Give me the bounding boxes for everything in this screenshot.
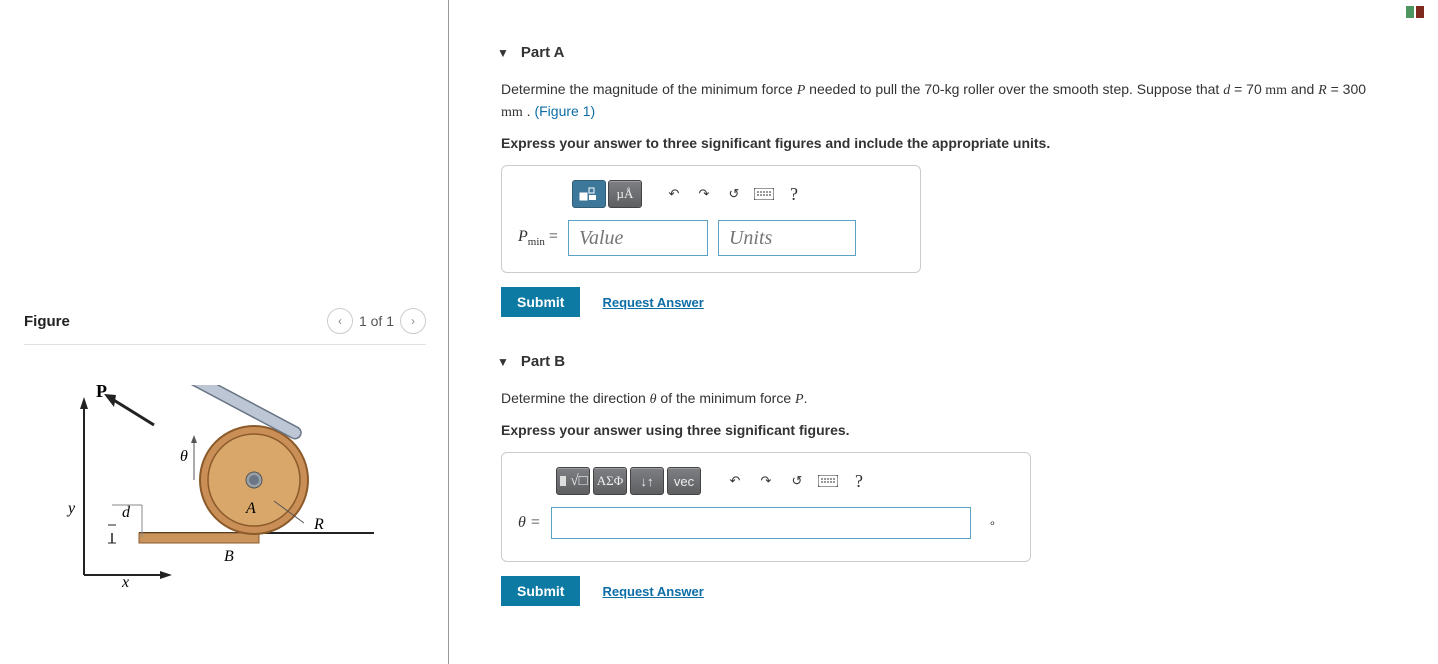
theta-input[interactable] bbox=[551, 507, 971, 539]
part-b-toolbar: √□ ΑΣΦ ↓↑ vec ↶ ↷ ↺ ? bbox=[556, 467, 1014, 495]
figure-pager: ‹ 1 of 1 › bbox=[327, 308, 426, 334]
figure-prev-button[interactable]: ‹ bbox=[327, 308, 353, 334]
keyboard-button[interactable] bbox=[750, 180, 778, 208]
svg-text:θ: θ bbox=[180, 448, 188, 465]
part-b-body: Determine the direction θ of the minimum… bbox=[497, 388, 1414, 606]
part-a-prompt: Determine the magnitude of the minimum f… bbox=[501, 79, 1381, 123]
help-button[interactable]: ? bbox=[780, 180, 808, 208]
svg-text:A: A bbox=[245, 500, 256, 517]
svg-text:d: d bbox=[122, 504, 131, 521]
figure-diagram: P θ y d A B R x bbox=[44, 385, 374, 605]
template-button[interactable] bbox=[572, 180, 606, 208]
part-b-variable-label: θ = bbox=[518, 514, 541, 532]
redo-icon: ↷ bbox=[761, 473, 772, 489]
value-input[interactable] bbox=[568, 220, 708, 256]
undo-button[interactable]: ↶ bbox=[721, 467, 749, 495]
svg-text:y: y bbox=[66, 500, 76, 517]
part-b-header[interactable]: ▼ Part B bbox=[497, 353, 1414, 370]
svg-text:x: x bbox=[121, 574, 129, 591]
greek-button[interactable]: ΑΣΦ bbox=[593, 467, 627, 495]
figure-page-indicator: 1 of 1 bbox=[359, 313, 394, 329]
part-a-request-answer-link[interactable]: Request Answer bbox=[602, 295, 703, 310]
caret-down-icon: ▼ bbox=[497, 355, 509, 369]
figure-pane: Figure ‹ 1 of 1 › bbox=[0, 0, 449, 664]
part-a-submit-button[interactable]: Submit bbox=[501, 287, 580, 317]
figure-link[interactable]: (Figure 1) bbox=[534, 103, 595, 119]
part-a-title: Part A bbox=[521, 44, 565, 61]
template-button[interactable]: √□ bbox=[556, 467, 590, 495]
part-a-submit-row: Submit Request Answer bbox=[501, 287, 1414, 317]
chevron-left-icon: ‹ bbox=[338, 314, 342, 328]
part-b-title: Part B bbox=[521, 353, 565, 370]
undo-icon: ↶ bbox=[730, 473, 741, 489]
part-b-answer-box: √□ ΑΣΦ ↓↑ vec ↶ ↷ ↺ ? θ = bbox=[501, 452, 1031, 562]
help-button[interactable]: ? bbox=[845, 467, 873, 495]
part-b-request-answer-link[interactable]: Request Answer bbox=[602, 584, 703, 599]
degree-symbol: ∘ bbox=[989, 516, 997, 530]
part-b-instruction: Express your answer using three signific… bbox=[501, 422, 1414, 438]
svg-text:P: P bbox=[96, 385, 107, 401]
part-a-variable-label: Pmin = bbox=[518, 228, 558, 248]
reset-button[interactable]: ↺ bbox=[720, 180, 748, 208]
caret-down-icon: ▼ bbox=[497, 46, 509, 60]
fraction-icon: √□ bbox=[558, 473, 587, 490]
part-b-submit-row: Submit Request Answer bbox=[501, 576, 1414, 606]
part-b-input-row: θ = ∘ bbox=[518, 507, 1014, 539]
keyboard-button[interactable] bbox=[814, 467, 842, 495]
figure-header: Figure ‹ 1 of 1 › bbox=[24, 308, 426, 345]
part-b-prompt: Determine the direction θ of the minimum… bbox=[501, 388, 1381, 410]
subscript-button[interactable]: ↓↑ bbox=[630, 467, 664, 495]
reset-icon: ↺ bbox=[792, 473, 803, 489]
keyboard-icon bbox=[818, 475, 838, 487]
svg-text:R: R bbox=[313, 516, 324, 533]
book-icon[interactable] bbox=[1406, 6, 1424, 18]
part-a-instruction: Express your answer to three significant… bbox=[501, 135, 1414, 151]
part-a-input-row: Pmin = bbox=[518, 220, 904, 256]
reset-icon: ↺ bbox=[729, 186, 740, 202]
svg-text:B: B bbox=[224, 548, 234, 565]
undo-icon: ↶ bbox=[669, 186, 680, 202]
reset-button[interactable]: ↺ bbox=[783, 467, 811, 495]
vector-button[interactable]: vec bbox=[667, 467, 701, 495]
part-a-body: Determine the magnitude of the minimum f… bbox=[497, 79, 1414, 317]
units-input[interactable] bbox=[718, 220, 856, 256]
figure-next-button[interactable]: › bbox=[400, 308, 426, 334]
content-pane: ▼ Part A Determine the magnitude of the … bbox=[449, 0, 1438, 664]
figure-title: Figure bbox=[24, 313, 70, 330]
units-button[interactable]: µÅ bbox=[608, 180, 642, 208]
part-b-submit-button[interactable]: Submit bbox=[501, 576, 580, 606]
undo-button[interactable]: ↶ bbox=[660, 180, 688, 208]
redo-icon: ↷ bbox=[699, 186, 710, 202]
keyboard-icon bbox=[754, 188, 774, 200]
redo-button[interactable]: ↷ bbox=[690, 180, 718, 208]
redo-button[interactable]: ↷ bbox=[752, 467, 780, 495]
part-a-answer-box: µÅ ↶ ↷ ↺ ? Pmin = bbox=[501, 165, 921, 273]
part-a-toolbar: µÅ ↶ ↷ ↺ ? bbox=[572, 180, 904, 208]
chevron-right-icon: › bbox=[411, 314, 415, 328]
part-a-header[interactable]: ▼ Part A bbox=[497, 44, 1414, 61]
arrows-icon: ↓↑ bbox=[641, 474, 654, 489]
